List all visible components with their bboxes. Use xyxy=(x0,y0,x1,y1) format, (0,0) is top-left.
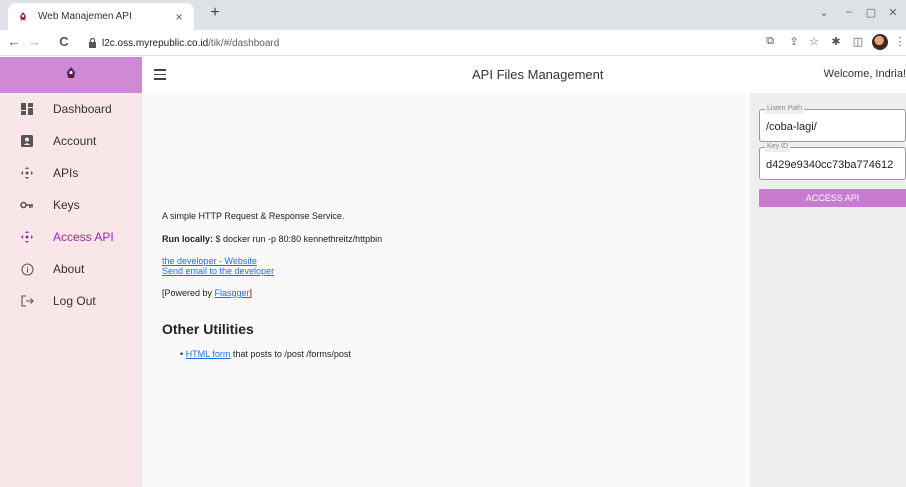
new-tab-button[interactable]: + xyxy=(204,4,226,22)
sidebar-item-label: Access API xyxy=(53,230,114,244)
tab-title: Web Manajemen API xyxy=(38,11,132,22)
install-app-icon[interactable]: ⧉ xyxy=(762,35,778,48)
bookmark-star-icon[interactable]: ☆ xyxy=(806,35,822,48)
run-command: $ docker run -p 80:80 kennethreitz/httpb… xyxy=(213,234,383,244)
rocket-logo-icon xyxy=(64,66,78,85)
browser-tab-bar: Web Manajemen API × + ⌄ – ▢ ✕ xyxy=(0,0,906,30)
sidebar: Dashboard Account APIs Keys Access API A… xyxy=(0,57,142,487)
other-utilities-heading: Other Utilities xyxy=(162,321,254,337)
developer-email-link[interactable]: Send email to the developer xyxy=(162,266,274,276)
minimize-button[interactable]: – xyxy=(842,6,856,18)
listen-path-field[interactable]: Listen Path /coba-lagi/ xyxy=(759,104,906,142)
access-api-icon xyxy=(20,230,34,244)
key-icon xyxy=(20,198,34,212)
listen-path-label: Listen Path xyxy=(765,104,805,114)
sidebar-item-logout[interactable]: Log Out xyxy=(0,285,142,317)
top-bar: API Files Management Welcome, Indria! xyxy=(142,57,906,93)
service-description: A simple HTTP Request & Response Service… xyxy=(162,211,345,221)
tab-search-chevron-icon[interactable]: ⌄ xyxy=(817,6,831,19)
url-bar[interactable]: l2c.oss.myrepublic.co.id/tik/#/dashboard xyxy=(80,33,740,53)
maximize-button[interactable]: ▢ xyxy=(864,6,878,19)
url-text: l2c.oss.myrepublic.co.id/tik/#/dashboard xyxy=(102,37,280,49)
sidebar-item-label: APIs xyxy=(53,166,79,180)
lock-icon xyxy=(86,37,98,49)
main-content: A simple HTTP Request & Response Service… xyxy=(142,93,750,487)
sidebar-header xyxy=(0,57,142,93)
extensions-icon[interactable]: ✱ xyxy=(828,35,844,48)
run-locally-label: Run locally: xyxy=(162,234,214,244)
close-window-button[interactable]: ✕ xyxy=(886,6,900,19)
developer-links: the developer - Website Send email to th… xyxy=(162,256,274,276)
key-id-value: d429e9340cc73ba774612 xyxy=(766,159,894,171)
back-button[interactable]: ← xyxy=(6,34,22,49)
forward-button[interactable]: → xyxy=(26,34,42,49)
run-locally-line: Run locally: $ docker run -p 80:80 kenne… xyxy=(162,234,382,244)
sidebar-item-about[interactable]: About xyxy=(0,253,142,285)
share-icon[interactable]: ⇪ xyxy=(786,35,802,48)
sidebar-item-label: Dashboard xyxy=(53,102,112,116)
app: Dashboard Account APIs Keys Access API A… xyxy=(0,57,906,487)
logout-icon xyxy=(20,294,34,308)
tab-close-icon[interactable]: × xyxy=(172,10,186,24)
profile-avatar-icon[interactable] xyxy=(872,34,888,50)
hamburger-menu-icon[interactable] xyxy=(154,69,166,81)
powered-by-line: [Powered by Flasgger] xyxy=(162,288,253,298)
flasgger-link[interactable]: Flasgger xyxy=(215,288,250,298)
info-icon xyxy=(20,262,34,276)
menu-kebab-icon[interactable]: ⋮ xyxy=(892,35,906,48)
sidebar-item-access-api[interactable]: Access API xyxy=(0,221,142,253)
address-bar-row: ← → C l2c.oss.myrepublic.co.id/tik/#/das… xyxy=(0,30,906,56)
html-form-link[interactable]: HTML form xyxy=(186,349,231,359)
sidebar-item-label: Keys xyxy=(53,198,80,212)
sidebar-item-apis[interactable]: APIs xyxy=(0,157,142,189)
reload-button[interactable]: C xyxy=(56,34,72,49)
list-item: • HTML form that posts to /post /forms/p… xyxy=(180,349,351,359)
welcome-text: Welcome, Indria! xyxy=(823,68,906,80)
sidebar-item-label: About xyxy=(53,262,85,276)
key-id-field[interactable]: Key ID d429e9340cc73ba774612 xyxy=(759,142,906,180)
side-panel-icon[interactable]: ◫ xyxy=(850,35,866,48)
sidebar-item-keys[interactable]: Keys xyxy=(0,189,142,221)
sidebar-item-dashboard[interactable]: Dashboard xyxy=(0,93,142,125)
access-api-button[interactable]: ACCESS API xyxy=(759,189,906,207)
account-icon xyxy=(20,134,34,148)
rocket-favicon-icon xyxy=(16,10,30,24)
dashboard-icon xyxy=(20,102,34,116)
sidebar-item-account[interactable]: Account xyxy=(0,125,142,157)
sidebar-item-label: Account xyxy=(53,134,97,148)
developer-website-link[interactable]: the developer - Website xyxy=(162,256,257,266)
page-title: API Files Management xyxy=(472,67,604,82)
key-id-label: Key ID xyxy=(765,142,791,152)
access-panel: Listen Path /coba-lagi/ Key ID d429e9340… xyxy=(750,93,906,487)
browser-tab[interactable]: Web Manajemen API × xyxy=(8,3,194,30)
sidebar-item-label: Log Out xyxy=(53,294,96,308)
listen-path-value: /coba-lagi/ xyxy=(766,121,817,133)
apis-icon xyxy=(20,166,34,180)
